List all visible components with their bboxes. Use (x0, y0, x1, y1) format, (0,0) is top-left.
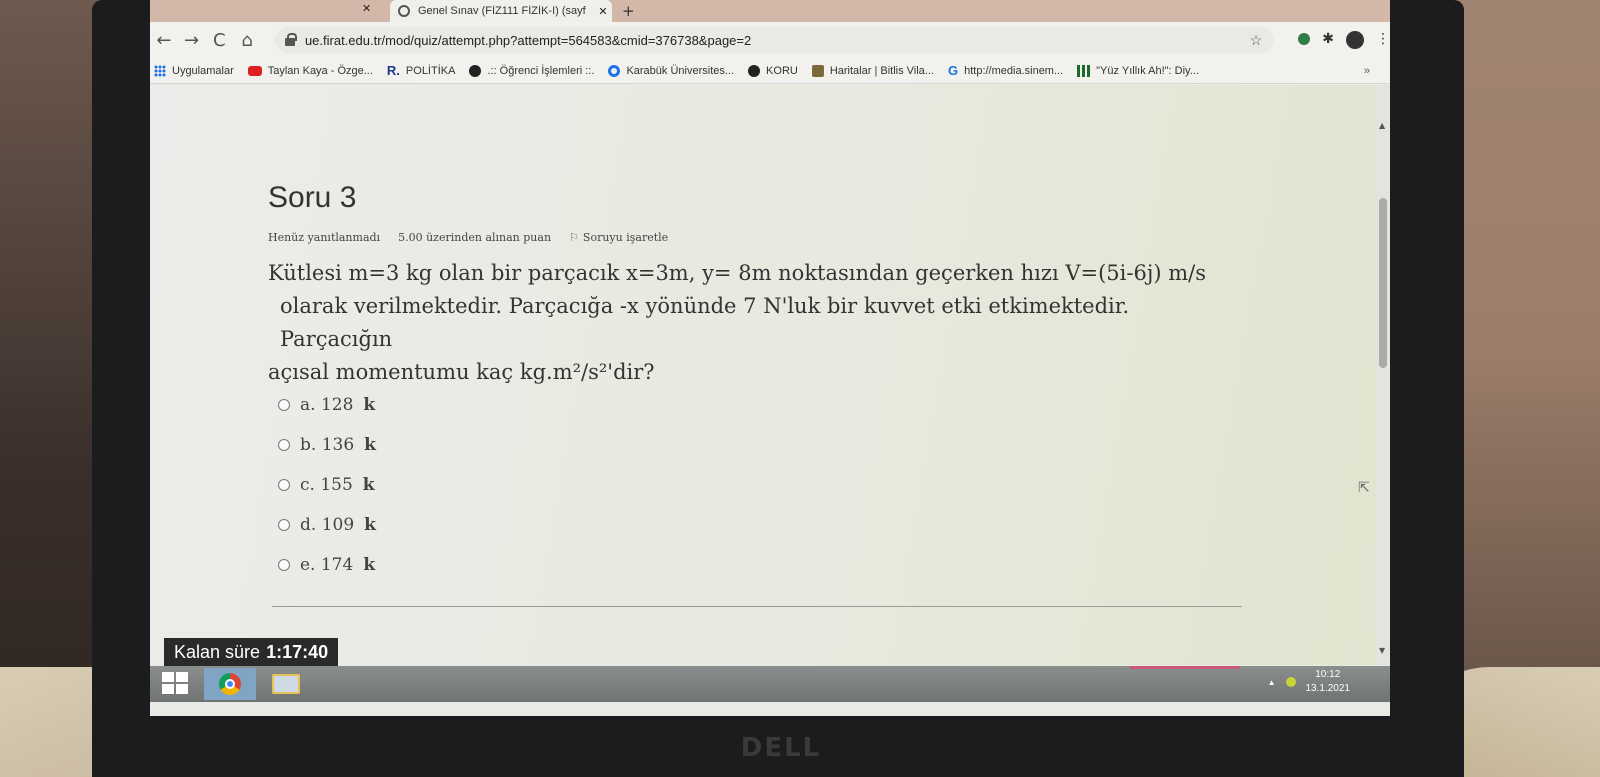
google-icon: G (947, 63, 959, 78)
tab-strip: ✕ Genel Sınav (FİZ111 FİZİK-I) (sayf ✕ + (150, 0, 1390, 22)
taskbar-chrome-button[interactable] (204, 668, 256, 700)
bookmark-ogrenci-islemleri[interactable]: .:: Öğrenci İşlemleri ::. (469, 64, 594, 77)
extension-icons: ✱ ⋮ (1298, 31, 1390, 49)
bookmark-politika[interactable]: R. POLİTİKA (387, 63, 456, 78)
bookmark-youtube[interactable]: Taylan Kaya - Özge... (247, 65, 373, 77)
question-line: Kütlesi m=3 kg olan bir parçacık x=3m, y… (268, 261, 1206, 285)
browser-toolbar: ← → C ⌂ ue.firat.edu.tr/mod/quiz/attempt… (150, 22, 1390, 58)
clock-date: 13.1.2021 (1305, 683, 1351, 694)
tray-app-icon[interactable] (1285, 677, 1296, 687)
bookmarks-bar: Uygulamalar Taylan Kaya - Özge... R. POL… (150, 58, 1390, 84)
bookmark-media-sinem[interactable]: G http://media.sinem... (948, 63, 1063, 78)
new-tab-button[interactable]: + (622, 2, 635, 20)
circle-icon (608, 64, 621, 77)
globe-icon (748, 64, 761, 77)
reload-button[interactable]: C (205, 30, 233, 51)
bookmark-star-icon[interactable]: ☆ (1250, 32, 1263, 49)
scroll-up-arrow-icon[interactable]: ▲ (1379, 121, 1385, 130)
tab-close-button[interactable]: ✕ (594, 5, 612, 18)
lock-icon (284, 33, 297, 46)
question-status: Henüz yanıtlanmadı (268, 231, 381, 244)
profile-avatar-icon[interactable] (1345, 31, 1364, 49)
system-clock[interactable]: 10:12 13.1.2021 (1306, 668, 1351, 696)
back-button[interactable]: ← (150, 30, 178, 51)
apps-grid-icon (154, 64, 166, 77)
system-tray: ▲ 10:12 13.1.2021 (1268, 668, 1350, 696)
windows-taskbar: ▲ 10:12 13.1.2021 (150, 666, 1390, 702)
radio-button[interactable] (278, 399, 290, 411)
bookmark-apps[interactable]: Uygulamalar (154, 64, 234, 77)
question-info: Henüz yanıtlanmadı 5.00 üzerinden alınan… (268, 231, 668, 244)
globe-icon (469, 64, 482, 77)
laptop-screen: ✕ Genel Sınav (FİZ111 FİZİK-I) (sayf ✕ +… (150, 0, 1390, 716)
map-icon (811, 64, 824, 77)
mouse-cursor-icon: ⇱ (1358, 480, 1370, 496)
answer-options: a. 128 k b. 136 k c. 155 k d. 109 k e. 174 k (278, 385, 376, 585)
answer-option-e[interactable]: e. 174 k (278, 545, 376, 585)
radio-button[interactable] (278, 519, 290, 531)
content-divider (272, 606, 1242, 607)
forward-button[interactable]: → (178, 30, 206, 51)
timer-label: Kalan süre (174, 641, 261, 662)
bookmark-karabuk[interactable]: Karabük Üniversites... (608, 64, 734, 77)
bookmark-koru[interactable]: KORU (748, 64, 798, 77)
question-title: Soru 3 (268, 181, 357, 214)
active-tab[interactable]: Genel Sınav (FİZ111 FİZİK-I) (sayf ✕ (390, 0, 612, 22)
bookmark-yuz-yillik-ah[interactable]: "Yüz Yıllık Ah!": Diy... (1077, 64, 1199, 77)
chrome-icon (219, 673, 241, 695)
page-scrollbar[interactable]: ▲ ▼ (1376, 85, 1390, 665)
windows-start-icon[interactable] (162, 672, 188, 694)
timer-value: 1:17:40 (266, 641, 329, 662)
extension-green-icon[interactable] (1298, 33, 1311, 45)
scrollbar-thumb[interactable] (1379, 198, 1387, 368)
answer-option-c[interactable]: c. 155 k (278, 465, 376, 505)
youtube-icon (247, 65, 262, 76)
r-logo-icon: R. (386, 63, 400, 78)
answer-option-d[interactable]: d. 109 k (278, 505, 376, 545)
address-bar[interactable]: ue.firat.edu.tr/mod/quiz/attempt.php?att… (274, 27, 1275, 53)
url-text: ue.firat.edu.tr/mod/quiz/attempt.php?att… (304, 32, 752, 48)
answer-option-a[interactable]: a. 128 k (278, 385, 376, 425)
flag-icon: ⚐ (569, 231, 579, 244)
answer-option-b[interactable]: b. 136 k (278, 425, 376, 465)
previous-tab-close-button[interactable]: ✕ (362, 2, 371, 15)
browser-menu-button[interactable]: ⋮ (1376, 31, 1390, 49)
taskbar-accent (1130, 666, 1240, 669)
scroll-down-arrow-icon[interactable]: ▼ (1379, 646, 1385, 655)
question-grade: 5.00 üzerinden alınan puan (398, 231, 552, 244)
bookmark-haritalar[interactable]: Haritalar | Bitlis Vila... (811, 64, 934, 77)
quiz-page: Soru 3 Henüz yanıtlanmadı 5.00 üzerinden… (150, 85, 1376, 665)
bars-icon (1077, 64, 1091, 77)
file-explorer-icon[interactable] (272, 674, 300, 694)
moodle-favicon-icon (398, 5, 410, 17)
radio-button[interactable] (278, 559, 290, 571)
question-text: Kütlesi m=3 kg olan bir parçacık x=3m, y… (268, 257, 1228, 389)
radio-button[interactable] (278, 439, 290, 451)
clock-time: 10:12 (1315, 669, 1341, 680)
tray-expand-arrow-icon[interactable]: ▲ (1268, 678, 1276, 687)
bookmarks-overflow-button[interactable]: » (1364, 65, 1370, 77)
time-remaining: Kalan süre 1:17:40 (164, 638, 339, 666)
question-line: açısal momentumu kaç kg.m²/s²'dir? (268, 360, 655, 384)
extensions-puzzle-icon[interactable]: ✱ (1322, 31, 1334, 49)
dell-logo: DELL (740, 733, 822, 763)
flag-question-link[interactable]: ⚐ Soruyu işaretle (569, 231, 668, 244)
question-line: olarak verilmektedir. Parçacığa -x yönün… (280, 294, 1130, 351)
radio-button[interactable] (278, 479, 290, 491)
home-button[interactable]: ⌂ (233, 30, 261, 51)
tab-title: Genel Sınav (FİZ111 FİZİK-I) (sayf (418, 5, 586, 17)
